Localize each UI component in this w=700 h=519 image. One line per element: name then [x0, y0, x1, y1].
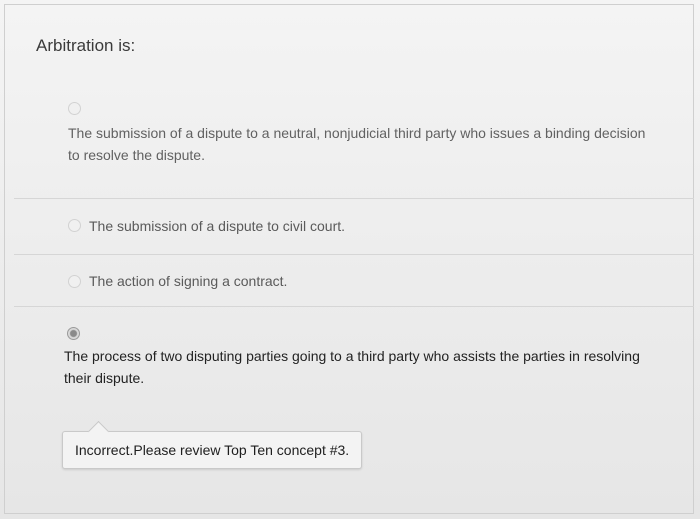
- answer-list: The submission of a dispute to a neutral…: [14, 88, 694, 481]
- answer-option-label: The submission of a dispute to a neutral…: [68, 125, 646, 163]
- answer-option-label: The process of two disputing parties goi…: [64, 348, 640, 386]
- radio-button-icon[interactable]: [68, 219, 81, 232]
- answer-option-1[interactable]: The submission of a dispute to a neutral…: [14, 88, 694, 198]
- question-title: Arbitration is:: [36, 36, 136, 55]
- answer-option-3[interactable]: The action of signing a contract.: [14, 254, 694, 306]
- answer-option-label: The action of signing a contract.: [89, 273, 288, 289]
- quiz-page: Arbitration is: The submission of a disp…: [0, 0, 700, 519]
- answer-option-4[interactable]: The process of two disputing parties goi…: [14, 306, 694, 481]
- feedback-message: Incorrect.Please review Top Ten concept …: [62, 431, 363, 469]
- answer-option-2[interactable]: The submission of a dispute to civil cou…: [14, 198, 694, 254]
- radio-button-icon[interactable]: [68, 102, 81, 115]
- radio-button-selected-icon[interactable]: [67, 327, 80, 340]
- radio-button-icon[interactable]: [68, 275, 81, 288]
- answer-option-label: The submission of a dispute to civil cou…: [89, 218, 346, 234]
